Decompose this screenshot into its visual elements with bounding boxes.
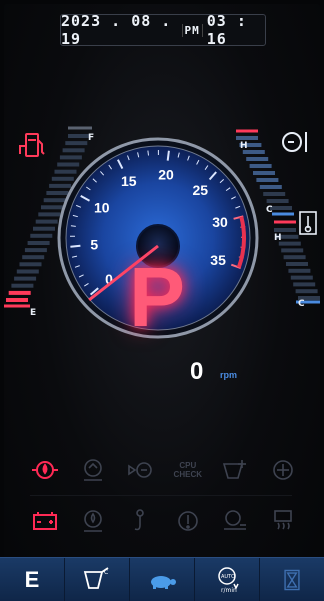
- engine-speed-icon: [216, 505, 254, 537]
- temp-gauge-segment: [250, 164, 272, 168]
- hyd-gauge-segment: [274, 228, 296, 232]
- fuel-gauge-segment: [9, 291, 31, 295]
- fuel-empty-label: E: [30, 308, 36, 318]
- fuel-gauge-segment: [28, 241, 50, 245]
- hyd-gauge-segment: [279, 242, 301, 246]
- indicator-row-2: [26, 503, 302, 539]
- fuel-gauge-segment: [63, 148, 85, 152]
- hyd-gauge-segment: [281, 248, 303, 252]
- hydraulic-filter-icon: [169, 505, 207, 537]
- fuel-pump-icon: [20, 134, 44, 156]
- dial-number: 25: [193, 182, 209, 198]
- dial-number: 15: [121, 173, 137, 189]
- dial-tick: [70, 246, 80, 247]
- fuel-gauge-segment: [68, 134, 90, 138]
- fuel-gauge-segment: [30, 234, 52, 238]
- fuel-gauge-segment: [11, 284, 33, 288]
- rpm-value: 0: [190, 358, 203, 386]
- hyd-gauge-segment: [296, 289, 318, 293]
- gear-indicator: P: [121, 254, 193, 340]
- dial-number: 5: [90, 236, 98, 252]
- turtle-slow-icon: [146, 570, 178, 590]
- svg-text:AUTO: AUTO: [221, 574, 235, 580]
- fuel-gauge-segment: [65, 141, 87, 145]
- indicator-divider: [30, 495, 292, 496]
- dial-tick: [168, 151, 169, 161]
- indicator-row-1: CPUCHECK: [26, 452, 302, 488]
- bottom-mode-bar: E C AUTO r/min: [0, 557, 324, 601]
- dial-number: 30: [212, 214, 228, 230]
- coolant-temp-icon: [283, 132, 306, 152]
- temp-gauge-segment: [270, 206, 292, 210]
- fuel-gauge-segment: [14, 277, 36, 281]
- dial-number: 35: [210, 252, 226, 268]
- preheat-icon: [74, 454, 112, 486]
- fuel-gauge-segment: [57, 163, 79, 167]
- eco-mode-label: E: [25, 567, 40, 593]
- fuel-gauge-segment: [22, 255, 44, 259]
- hyd-gauge-segment: [293, 282, 315, 286]
- cpu-check-label: CPUCHECK: [174, 461, 202, 479]
- bucket-warning-icon: [216, 454, 254, 486]
- temp-gauge-segment: [260, 185, 282, 189]
- fuel-gauge-segment: [41, 205, 63, 209]
- temp-gauge-segment: [256, 178, 278, 182]
- coolant-icon: [121, 454, 159, 486]
- fuel-gauge-segment: [60, 155, 82, 159]
- fuel-gauge-segment: [17, 270, 39, 274]
- dial-number: 10: [94, 199, 110, 215]
- water-separator-icon: [74, 505, 112, 537]
- dial-tick: [148, 151, 149, 156]
- glow-plug-icon: [264, 505, 302, 537]
- temp-hot-label: H: [240, 141, 248, 151]
- slow-mode-button[interactable]: [130, 558, 195, 601]
- fuel-full-label: F: [88, 133, 94, 143]
- cpu-check-icon: CPUCHECK: [169, 454, 207, 486]
- hydraulic-oil-temp-icon: [300, 212, 316, 234]
- temp-gauge-segment: [267, 199, 289, 203]
- rpm-unit: rpm: [220, 370, 237, 380]
- hyd-hot-label: H: [274, 233, 282, 243]
- dial-tick: [71, 226, 76, 227]
- eco-mode-button[interactable]: E: [0, 558, 65, 601]
- auto-idle-icon: AUTO r/min: [212, 566, 242, 594]
- fuel-gauge-segment: [25, 248, 47, 252]
- hourglass-button[interactable]: [260, 558, 324, 601]
- hyd-cold-label: C: [298, 299, 305, 309]
- hyd-gauge-segment: [291, 276, 313, 280]
- fuel-gauge-segment: [52, 177, 74, 181]
- hyd-gauge-segment: [288, 269, 310, 273]
- air-filter-icon: [264, 454, 302, 486]
- auto-idle-button[interactable]: AUTO r/min: [195, 558, 260, 601]
- temp-gauge-segment: [236, 136, 258, 140]
- fuel-gauge-segment: [44, 198, 66, 202]
- bucket-mode-icon: C: [82, 566, 112, 594]
- fuel-gauge-segment: [33, 227, 55, 231]
- fuel-gauge-segment: [38, 212, 60, 216]
- temp-gauge-segment: [263, 192, 285, 196]
- hyd-gauge-segment: [286, 262, 308, 266]
- dial-number: 20: [158, 167, 174, 183]
- battery-icon: [26, 505, 64, 537]
- hook-icon: [121, 505, 159, 537]
- fuel-gauge-segment: [49, 184, 71, 188]
- temp-gauge-segment: [253, 171, 275, 175]
- hyd-gauge-segment: [284, 255, 306, 259]
- fuel-gauge-segment: [46, 191, 68, 195]
- fuel-gauge-segment: [20, 262, 42, 266]
- fuel-gauge-segment: [55, 170, 77, 174]
- hourglass-icon: [279, 567, 305, 593]
- engine-oil-pressure-icon: [26, 454, 64, 486]
- fuel-gauge-segment: [6, 298, 28, 302]
- svg-text:r/min: r/min: [221, 587, 237, 594]
- bucket-mode-button[interactable]: C: [65, 558, 130, 601]
- temp-gauge-segment: [246, 157, 268, 161]
- fuel-gauge-segment: [36, 220, 58, 224]
- temp-cold-label: C: [266, 205, 273, 215]
- svg-text:C: C: [104, 569, 108, 576]
